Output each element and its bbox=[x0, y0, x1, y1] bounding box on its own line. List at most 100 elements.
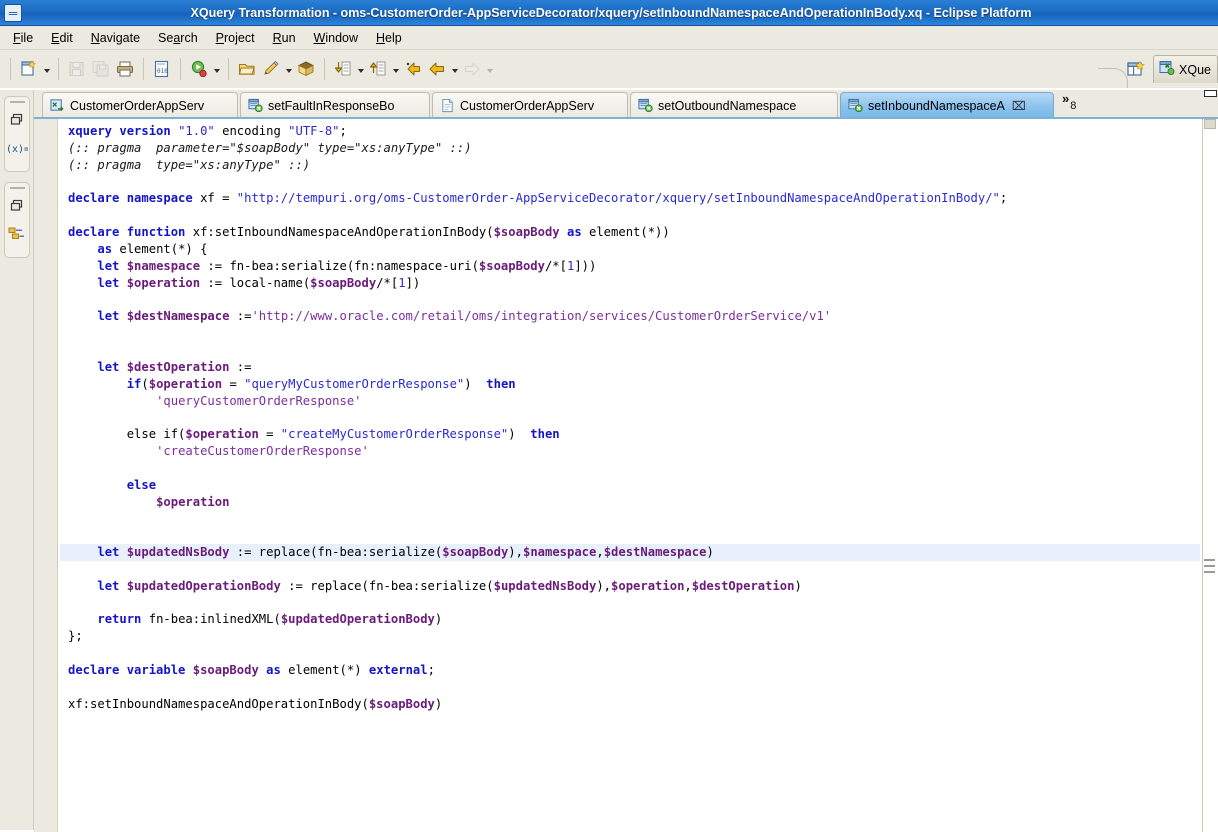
editor-vertical-scrollbar[interactable] bbox=[1202, 119, 1218, 832]
save-button[interactable] bbox=[65, 57, 89, 81]
code-token: $operation bbox=[611, 578, 685, 593]
previous-annotation-dropdown-arrow[interactable] bbox=[390, 57, 401, 81]
code-line[interactable]: }; bbox=[60, 628, 1200, 645]
restore-icon[interactable] bbox=[5, 192, 29, 220]
menu-item-navigate[interactable]: Navigate bbox=[82, 28, 149, 48]
code-line[interactable] bbox=[60, 460, 1200, 477]
code-line[interactable] bbox=[60, 527, 1200, 544]
code-line[interactable] bbox=[60, 595, 1200, 612]
menu-item-help[interactable]: Help bbox=[367, 28, 411, 48]
editor-overview-ruler[interactable] bbox=[1202, 119, 1218, 832]
code-line[interactable]: declare variable $soapBody as element(*)… bbox=[60, 662, 1200, 679]
fastview-grip[interactable] bbox=[9, 187, 25, 189]
fastview-grip[interactable] bbox=[9, 101, 25, 103]
code-line[interactable]: else bbox=[60, 477, 1200, 494]
forward-dropdown-arrow[interactable] bbox=[484, 57, 495, 81]
code-token: = bbox=[222, 376, 245, 391]
code-line[interactable]: declare function xf:setInboundNamespaceA… bbox=[60, 224, 1200, 241]
code-line[interactable]: let $namespace := fn-bea:serialize(fn:na… bbox=[60, 258, 1200, 275]
menu-item-window[interactable]: Window bbox=[305, 28, 367, 48]
code-line[interactable]: xquery version "1.0" encoding "UTF-8"; bbox=[60, 123, 1200, 140]
code-line[interactable] bbox=[60, 325, 1200, 342]
code-token: element(*) bbox=[280, 663, 369, 677]
menu-item-project[interactable]: Project bbox=[207, 28, 264, 48]
code-token: ) bbox=[464, 376, 487, 391]
last-edit-location-button[interactable] bbox=[401, 57, 425, 81]
editor-tab-label: CustomerOrderAppServ bbox=[70, 98, 205, 113]
editor-tab-0[interactable]: CustomerOrderAppServ bbox=[42, 92, 238, 118]
previous-annotation-button[interactable] bbox=[366, 57, 390, 81]
editor-tab-1[interactable]: setFaultInResponseBo bbox=[240, 92, 430, 118]
code-line[interactable] bbox=[60, 510, 1200, 527]
code-line[interactable] bbox=[60, 291, 1200, 308]
code-line[interactable]: let $updatedNsBody := replace(fn-bea:ser… bbox=[60, 544, 1200, 561]
code-line[interactable]: else if($operation = "createMyCustomerOr… bbox=[60, 426, 1200, 443]
code-line[interactable]: let $destNamespace :='http://www.oracle.… bbox=[60, 308, 1200, 325]
close-icon[interactable]: ⌧ bbox=[1012, 100, 1026, 112]
code-line[interactable]: (:: pragma parameter="$soapBody" type="x… bbox=[60, 140, 1200, 157]
open-perspective-icon[interactable] bbox=[1125, 58, 1147, 80]
next-annotation-button[interactable] bbox=[331, 57, 355, 81]
back-dropdown-arrow[interactable] bbox=[449, 57, 460, 81]
open-resource-button[interactable] bbox=[294, 57, 318, 81]
new-xquery-button[interactable] bbox=[259, 57, 283, 81]
perspective-tab-xquery[interactable]: XQue bbox=[1153, 55, 1218, 83]
forward-button[interactable] bbox=[460, 57, 484, 81]
xquery-file-icon bbox=[848, 98, 863, 113]
code-token: ; bbox=[339, 124, 347, 138]
code-line[interactable]: declare namespace xf = "http://tempuri.o… bbox=[60, 190, 1200, 207]
code-line[interactable] bbox=[60, 409, 1200, 426]
code-line[interactable] bbox=[60, 174, 1200, 191]
next-annotation-dropdown-arrow[interactable] bbox=[355, 57, 366, 81]
editor-gutter[interactable] bbox=[34, 119, 58, 832]
save-all-button[interactable] bbox=[89, 57, 113, 81]
variables-icon[interactable]: (x)= bbox=[5, 134, 29, 162]
open-type-button[interactable] bbox=[235, 57, 259, 81]
new-wizard-dropdown-arrow[interactable] bbox=[41, 57, 52, 81]
editor-tab-3[interactable]: setOutboundNamespace bbox=[630, 92, 838, 118]
maximize-editor-icon[interactable] bbox=[1204, 88, 1218, 100]
code-token: $soapBody bbox=[442, 545, 509, 560]
code-line[interactable]: 'createCustomerOrderResponse' bbox=[60, 443, 1200, 460]
code-line[interactable]: if($operation = "queryMyCustomerOrderRes… bbox=[60, 376, 1200, 393]
menu-item-edit[interactable]: Edit bbox=[42, 28, 82, 48]
code-line[interactable]: xf:setInboundNamespaceAndOperationInBody… bbox=[60, 696, 1200, 713]
code-line[interactable]: $operation bbox=[60, 494, 1200, 511]
editor-tab-2[interactable]: CustomerOrderAppServ bbox=[432, 92, 628, 118]
code-line[interactable]: let $operation := local-name($soapBody/*… bbox=[60, 275, 1200, 292]
run-button[interactable] bbox=[187, 57, 211, 81]
print-button[interactable] bbox=[113, 57, 137, 81]
toolbar-separator bbox=[228, 58, 229, 80]
back-button[interactable] bbox=[425, 57, 449, 81]
code-line[interactable] bbox=[60, 679, 1200, 696]
outline-icon[interactable] bbox=[5, 220, 29, 248]
tab-overflow-chevron: » bbox=[1062, 91, 1070, 106]
code-line[interactable]: as element(*) { bbox=[60, 241, 1200, 258]
editor-tab-4[interactable]: setInboundNamespaceA ⌧ bbox=[840, 92, 1054, 118]
editor-code-area[interactable]: xquery version "1.0" encoding "UTF-8"; (:… bbox=[60, 119, 1200, 830]
code-token: , bbox=[684, 578, 692, 593]
menu-item-run[interactable]: Run bbox=[264, 28, 305, 48]
code-token: declare variable bbox=[68, 663, 186, 677]
run-dropdown-arrow[interactable] bbox=[211, 57, 222, 81]
menu-item-file[interactable]: File bbox=[4, 28, 42, 48]
build-button[interactable]: 010 bbox=[150, 57, 174, 81]
code-line[interactable]: (:: pragma type="xs:anyType" ::) bbox=[60, 157, 1200, 174]
code-line[interactable]: 'queryCustomerOrderResponse' bbox=[60, 393, 1200, 410]
code-line[interactable]: return fn-bea:inlinedXML($updatedOperati… bbox=[60, 611, 1200, 628]
code-line[interactable] bbox=[60, 645, 1200, 662]
code-line[interactable] bbox=[60, 207, 1200, 224]
new-wizard-button[interactable] bbox=[17, 57, 41, 81]
restore-icon[interactable] bbox=[5, 106, 29, 134]
code-line[interactable] bbox=[60, 342, 1200, 359]
new-xquery-dropdown-arrow[interactable] bbox=[283, 57, 294, 81]
tab-overflow-indicator[interactable]: » 8 bbox=[1062, 91, 1076, 112]
code-token: $namespace bbox=[522, 545, 597, 560]
forward-arrow-icon bbox=[463, 60, 481, 78]
code-line[interactable]: let $destOperation := bbox=[60, 359, 1200, 376]
code-line[interactable] bbox=[60, 561, 1200, 578]
code-line[interactable]: let $updatedOperationBody := replace(fn-… bbox=[60, 578, 1200, 595]
menu-item-search[interactable]: Search bbox=[149, 28, 207, 48]
scrollbar-thumb[interactable] bbox=[1204, 119, 1216, 129]
